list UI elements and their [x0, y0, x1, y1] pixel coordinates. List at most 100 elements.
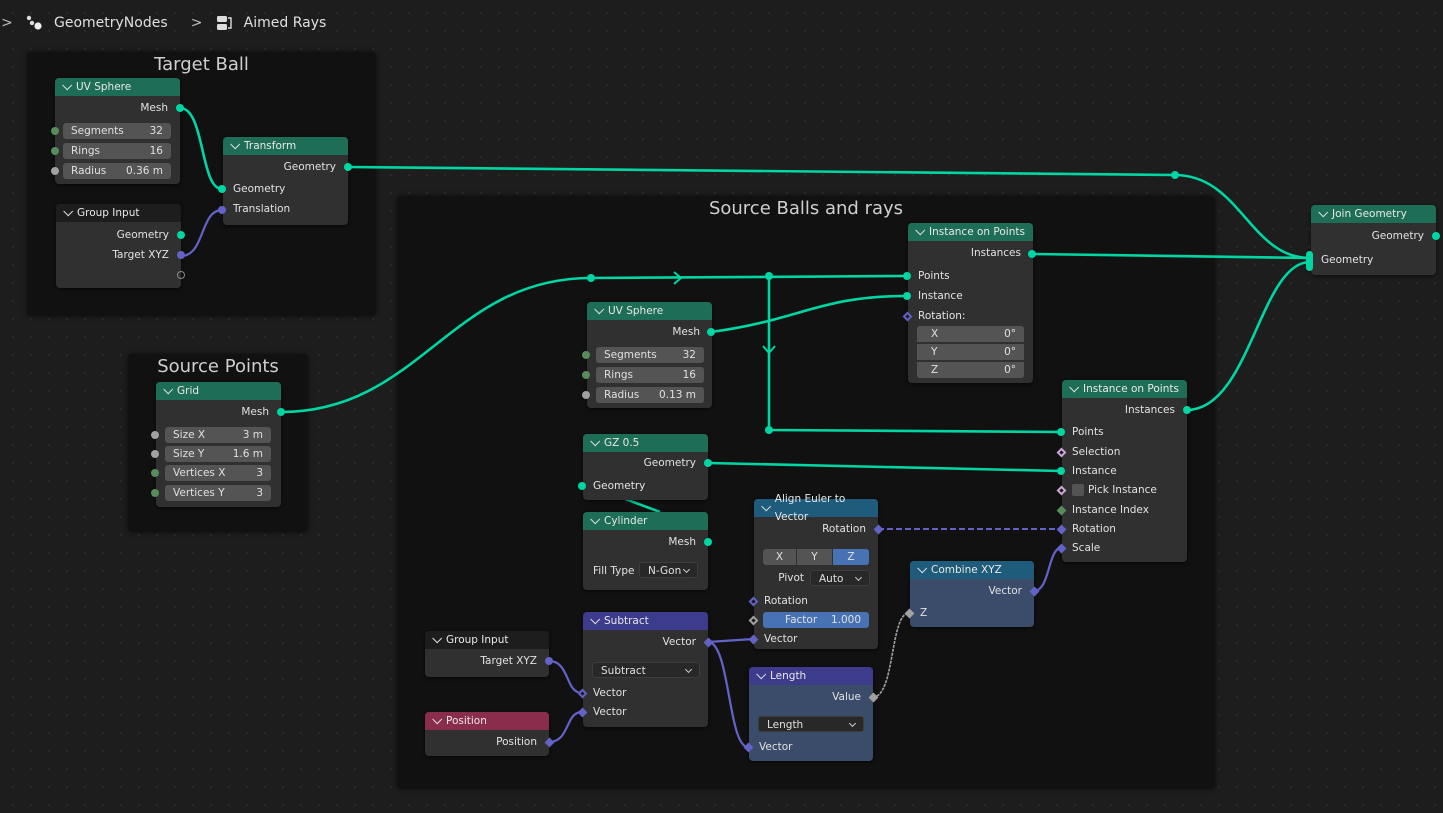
select-pivot[interactable]: Auto [810, 570, 870, 586]
field-segments[interactable]: Segments 32 [596, 347, 704, 363]
socket-empty[interactable] [177, 271, 185, 279]
field-radius[interactable]: Radius 0.36 m [63, 163, 171, 179]
socket-instances-out[interactable] [1028, 250, 1036, 258]
node-header[interactable]: Transform [223, 137, 348, 155]
node-header[interactable]: Grid [156, 382, 281, 400]
chevron-down-icon[interactable] [62, 79, 73, 90]
socket-geometry-in[interactable] [218, 185, 226, 193]
socket-vertices-y[interactable] [151, 489, 159, 497]
node-cylinder[interactable]: Cylinder Mesh Fill Type N-Gon [583, 512, 708, 590]
node-header[interactable]: GZ 0.5 [583, 434, 708, 452]
field-vertices-x[interactable]: Vertices X3 [165, 465, 271, 481]
socket-mesh-out[interactable] [704, 538, 712, 546]
node-align-euler-to-vector[interactable]: Align Euler to Vector Rotation X Y Z Piv… [754, 493, 878, 649]
chevron-down-icon[interactable] [590, 613, 601, 624]
chevron-down-icon[interactable] [915, 224, 926, 235]
socket-geometry-in[interactable] [578, 482, 586, 490]
checkbox[interactable] [1072, 484, 1084, 496]
field-rotation-x[interactable]: X 0° [917, 326, 1024, 342]
node-header[interactable]: Group Input [425, 631, 549, 649]
node-transform[interactable]: Transform Geometry Geometry Translation [223, 137, 348, 225]
field-size-x[interactable]: Size X3 m [165, 427, 271, 443]
node-combine-xyz[interactable]: Combine XYZ Vector Z [910, 561, 1034, 627]
socket-geometry-out[interactable] [177, 231, 185, 239]
socket-geometry-out[interactable] [1432, 232, 1440, 240]
node-header[interactable]: UV Sphere [55, 78, 180, 96]
node-header[interactable]: Cylinder [583, 512, 708, 530]
socket-geometry-multi-in[interactable] [1306, 251, 1313, 271]
node-instance-on-points[interactable]: Instance on Points Instances Points Inst… [908, 223, 1033, 383]
field-vertices-y[interactable]: Vertices Y3 [165, 485, 271, 501]
node-instance-on-points[interactable]: Instance on Points Instances Points Sele… [1062, 380, 1187, 562]
axis-x-button[interactable]: X [763, 549, 796, 565]
chevron-down-icon[interactable] [917, 562, 928, 573]
socket-points-in[interactable] [903, 272, 911, 280]
socket-segments[interactable] [51, 127, 59, 135]
node-header[interactable]: Instance on Points [1062, 380, 1187, 398]
node-header[interactable]: Join Geometry [1311, 205, 1436, 223]
chevron-down-icon[interactable] [432, 632, 443, 643]
socket-instance-in[interactable] [1057, 467, 1065, 475]
socket-mesh-out[interactable] [176, 104, 184, 112]
socket-points-in[interactable] [1057, 428, 1065, 436]
chevron-down-icon[interactable] [594, 303, 605, 314]
axis-y-button[interactable]: Y [797, 549, 832, 565]
chevron-down-icon[interactable] [63, 205, 74, 216]
node-position[interactable]: Position Position [425, 712, 549, 756]
node-header[interactable]: Instance on Points [908, 223, 1033, 241]
node-header[interactable]: Position [425, 712, 549, 730]
socket-radius[interactable] [582, 391, 590, 399]
breadcrumb-aimed-rays[interactable]: Aimed Rays [244, 15, 327, 31]
socket-translation-in[interactable] [218, 206, 226, 214]
chevron-down-icon[interactable] [432, 713, 443, 724]
chevron-down-icon[interactable] [230, 138, 241, 149]
node-header[interactable]: Group Input [56, 204, 181, 222]
node-vector-math-length[interactable]: Length Value Length Vector [749, 667, 873, 761]
socket-size-x[interactable] [151, 431, 159, 439]
socket-segments[interactable] [582, 351, 590, 359]
node-header[interactable]: Align Euler to Vector [754, 493, 878, 523]
socket-vertices-x[interactable] [151, 469, 159, 477]
node-group-input[interactable]: Group Input Target XYZ [425, 631, 549, 677]
chevron-down-icon[interactable] [590, 513, 601, 524]
socket-size-y[interactable] [151, 450, 159, 458]
field-rings[interactable]: Rings 16 [596, 367, 704, 383]
axis-z-button[interactable]: Z [833, 549, 869, 565]
chevron-down-icon[interactable] [590, 435, 601, 446]
socket-geometry-out[interactable] [704, 459, 712, 467]
chevron-down-icon[interactable] [756, 668, 767, 679]
socket-instances-out[interactable] [1183, 406, 1191, 414]
checkbox-pick-instance[interactable]: Pick Instance [1062, 480, 1187, 500]
field-size-y[interactable]: Size Y 1.6 m [165, 446, 271, 462]
chevron-down-icon[interactable] [1069, 381, 1080, 392]
socket-mesh-out[interactable] [277, 408, 285, 416]
node-header[interactable]: Subtract [583, 612, 708, 630]
socket-rings[interactable] [51, 147, 59, 155]
node-uv-sphere[interactable]: UV Sphere Mesh Segments 32 Rings 16 Radius… [587, 302, 712, 408]
node-header[interactable]: Combine XYZ [910, 561, 1034, 579]
select-operation[interactable]: Subtract [592, 662, 700, 678]
node-uv-sphere[interactable]: UV Sphere Mesh Segments 32 Rings 16 Radius… [55, 78, 180, 184]
node-vector-math-subtract[interactable]: Subtract Vector Subtract Vector Vector [583, 612, 708, 727]
field-factor[interactable]: Factor 1.000 [763, 612, 869, 628]
socket-instance-in[interactable] [903, 292, 911, 300]
node-gz-group[interactable]: GZ 0.5 Geometry Geometry [583, 434, 708, 500]
chevron-down-icon[interactable] [761, 501, 771, 511]
socket-target-xyz-out[interactable] [545, 657, 553, 665]
select-fill-type[interactable]: N-Gon [639, 562, 698, 578]
socket-radius[interactable] [51, 167, 59, 175]
socket-rings[interactable] [582, 371, 590, 379]
field-rotation-y[interactable]: Y 0° [917, 344, 1024, 360]
chevron-down-icon[interactable] [1318, 206, 1329, 217]
socket-target-xyz-out[interactable] [177, 251, 185, 259]
socket-geometry-out[interactable] [344, 163, 352, 171]
node-header[interactable]: Length [749, 667, 873, 685]
select-operation[interactable]: Length [758, 716, 864, 732]
socket-mesh-out[interactable] [707, 328, 715, 336]
node-join-geometry[interactable]: Join Geometry Geometry Geometry [1311, 205, 1436, 275]
field-radius[interactable]: Radius 0.13 m [596, 387, 704, 403]
breadcrumb-geometrynodes[interactable]: GeometryNodes [54, 15, 168, 31]
node-header[interactable]: UV Sphere [587, 302, 712, 320]
node-grid[interactable]: Grid Mesh Size X3 m Size Y 1.6 m Vertices… [156, 382, 281, 507]
field-rings[interactable]: Rings 16 [63, 143, 171, 159]
